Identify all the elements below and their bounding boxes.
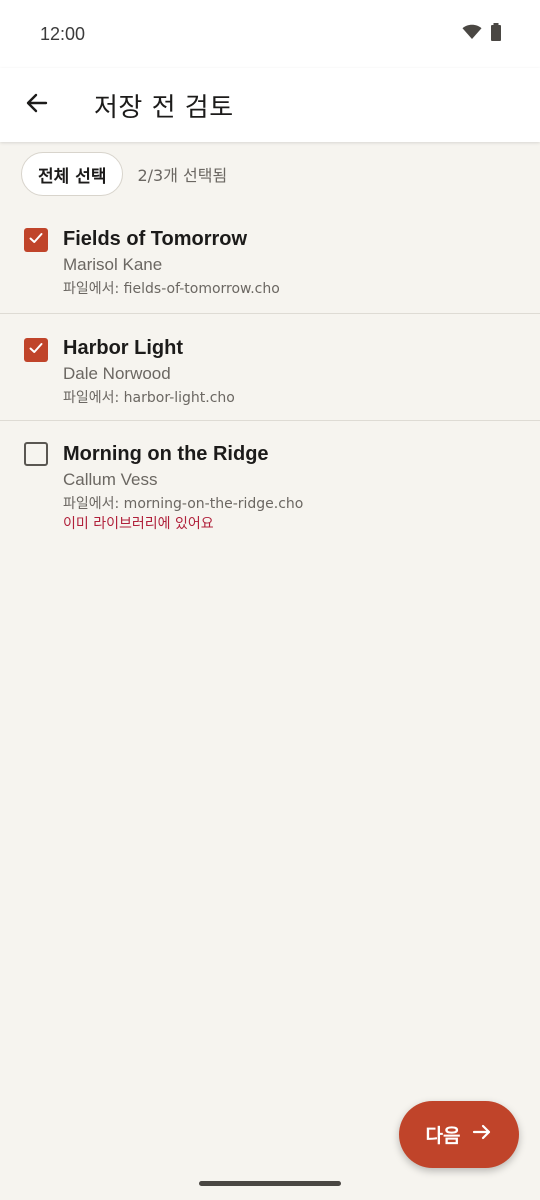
select-all-button[interactable]: 전체 선택 [21, 152, 124, 196]
status-time: 12:00 [40, 23, 86, 44]
back-button[interactable] [9, 77, 65, 133]
duplicate-warning: 이미 라이브러리에 있어요 [63, 516, 214, 532]
app-bar: 저장 전 검토 [0, 68, 540, 142]
item-checkbox[interactable] [24, 228, 48, 252]
battery-icon [490, 23, 502, 45]
next-label: 다음 [425, 1125, 461, 1147]
song-artist: Marisol Kane [63, 255, 163, 274]
arrow-forward-icon [472, 1122, 492, 1147]
selected-count: 2/3개 선택됨 [137, 166, 228, 185]
item-checkbox[interactable] [24, 338, 48, 362]
song-review-list: Fields of Tomorrow Marisol Kane 파일에서: fi… [0, 210, 540, 541]
song-title: Harbor Light [63, 337, 183, 359]
wifi-icon [462, 24, 482, 44]
check-icon [28, 230, 44, 250]
check-icon [28, 340, 44, 360]
status-icons [462, 23, 502, 45]
song-title: Fields of Tomorrow [63, 228, 248, 250]
song-title: Morning on the Ridge [63, 443, 269, 465]
gesture-handle[interactable] [199, 1181, 341, 1186]
status-bar: 12:00 [0, 0, 540, 68]
selection-row: 전체 선택 2/3개 선택됨 [21, 152, 227, 196]
next-button[interactable]: 다음 [399, 1101, 519, 1168]
song-source: 파일에서: harbor-light.cho [63, 390, 235, 406]
list-item[interactable]: Morning on the Ridge Callum Vess 파일에서: m… [0, 421, 540, 541]
song-source: 파일에서: morning-on-the-ridge.cho [63, 496, 304, 512]
page-title: 저장 전 검토 [94, 92, 234, 123]
list-item[interactable]: Fields of Tomorrow Marisol Kane 파일에서: fi… [0, 210, 540, 314]
song-source: 파일에서: fields-of-tomorrow.cho [63, 281, 280, 297]
song-artist: Callum Vess [63, 470, 158, 489]
item-checkbox[interactable] [24, 442, 48, 466]
arrow-back-icon [25, 91, 49, 119]
song-artist: Dale Norwood [63, 364, 171, 383]
list-item[interactable]: Harbor Light Dale Norwood 파일에서: harbor-l… [0, 314, 540, 421]
